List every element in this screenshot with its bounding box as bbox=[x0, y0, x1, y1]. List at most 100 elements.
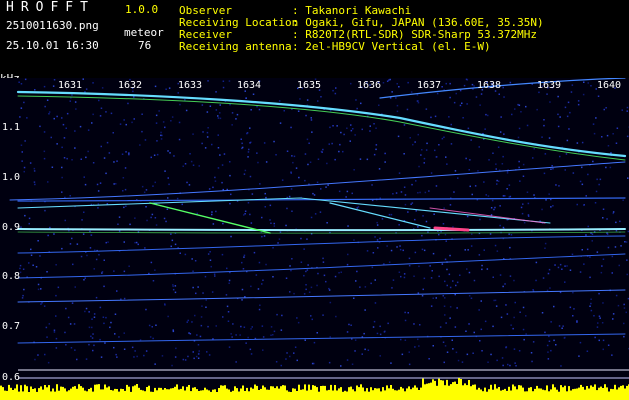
noise-dot bbox=[149, 336, 152, 338]
noise-dot bbox=[583, 263, 585, 265]
noise-dot bbox=[519, 180, 521, 182]
level-bar bbox=[468, 380, 470, 400]
noise-dot bbox=[51, 166, 54, 168]
level-bar bbox=[64, 388, 66, 400]
noise-dot bbox=[187, 319, 189, 322]
noise-dot bbox=[247, 336, 249, 339]
level-bar bbox=[610, 388, 612, 400]
noise-dot bbox=[239, 334, 241, 336]
noise-dot bbox=[350, 324, 352, 326]
noise-dot bbox=[21, 297, 24, 299]
header-panel: HROFFT 1.0.0 2510011630.png meteor 25.10… bbox=[0, 0, 629, 85]
level-bar bbox=[234, 386, 236, 400]
noise-dot bbox=[557, 95, 559, 98]
noise-dot bbox=[514, 362, 516, 364]
noise-dot bbox=[626, 106, 629, 109]
noise-dot bbox=[23, 166, 26, 169]
noise-dot bbox=[74, 349, 76, 351]
level-bar bbox=[182, 386, 184, 400]
level-bar bbox=[412, 387, 414, 400]
level-bar bbox=[222, 385, 224, 400]
noise-dot bbox=[165, 220, 167, 223]
noise-dot bbox=[85, 307, 88, 310]
noise-dot bbox=[113, 270, 115, 272]
noise-dot bbox=[481, 350, 483, 352]
noise-dot bbox=[388, 261, 391, 263]
level-bar bbox=[150, 391, 152, 400]
noise-dot bbox=[503, 96, 505, 98]
level-bar bbox=[56, 384, 58, 400]
noise-dot bbox=[338, 150, 340, 153]
noise-dot bbox=[443, 361, 445, 364]
noise-dot bbox=[244, 169, 247, 172]
x-tick-5: 1635 bbox=[297, 80, 322, 91]
level-bar bbox=[530, 387, 532, 400]
noise-dot bbox=[221, 164, 224, 166]
noise-dot bbox=[161, 355, 164, 357]
noise-dot bbox=[492, 276, 494, 278]
noise-dot bbox=[495, 163, 497, 165]
noise-dot bbox=[152, 280, 155, 282]
noise-dot bbox=[479, 340, 481, 342]
noise-dot bbox=[603, 108, 605, 111]
noise-dot bbox=[327, 184, 329, 186]
noise-dot bbox=[181, 203, 183, 206]
noise-dot bbox=[46, 271, 48, 273]
level-bar bbox=[50, 391, 52, 400]
noise-dot bbox=[403, 124, 406, 126]
level-bar bbox=[346, 391, 348, 400]
level-bar bbox=[240, 388, 242, 400]
noise-dot bbox=[481, 268, 483, 271]
noise-dot bbox=[48, 111, 51, 113]
noise-dot bbox=[448, 273, 451, 276]
level-bar bbox=[200, 390, 202, 400]
level-bar bbox=[596, 390, 598, 400]
noise-dot bbox=[585, 195, 587, 197]
noise-dot bbox=[290, 171, 292, 173]
noise-dot bbox=[379, 325, 381, 328]
level-bar bbox=[58, 390, 60, 400]
level-bar bbox=[68, 390, 70, 400]
noise-dot bbox=[375, 127, 377, 129]
noise-dot bbox=[55, 337, 58, 340]
level-bar bbox=[180, 388, 182, 400]
noise-dot bbox=[305, 270, 307, 273]
noise-dot bbox=[215, 325, 217, 327]
noise-dot bbox=[395, 97, 397, 99]
noise-dot bbox=[152, 185, 154, 187]
noise-dot bbox=[151, 213, 154, 216]
level-bar bbox=[584, 389, 586, 400]
noise-dot bbox=[133, 96, 135, 98]
noise-dot bbox=[581, 166, 583, 169]
noise-dot bbox=[317, 100, 319, 102]
noise-dot bbox=[470, 139, 472, 141]
noise-dot bbox=[226, 305, 229, 308]
level-bar bbox=[122, 389, 124, 400]
level-bar bbox=[72, 386, 74, 400]
noise-dot bbox=[134, 350, 136, 352]
noise-dot bbox=[602, 348, 604, 351]
noise-dot bbox=[532, 341, 535, 343]
noise-dot bbox=[404, 203, 407, 206]
noise-dot bbox=[601, 136, 603, 138]
noise-dot bbox=[276, 313, 278, 316]
noise-dot bbox=[235, 118, 237, 120]
noise-dot bbox=[87, 150, 89, 153]
noise-dot bbox=[502, 226, 505, 229]
noise-dot bbox=[423, 249, 426, 252]
noise-dot bbox=[590, 298, 592, 300]
noise-dot bbox=[438, 275, 440, 278]
level-bar bbox=[232, 390, 234, 400]
noise-dot bbox=[382, 82, 385, 84]
noise-dot bbox=[194, 260, 197, 262]
noise-dot bbox=[400, 191, 403, 193]
noise-dot bbox=[53, 233, 55, 235]
noise-dot bbox=[123, 332, 125, 334]
noise-dot bbox=[351, 192, 353, 195]
noise-dot bbox=[428, 190, 430, 192]
noise-dot bbox=[391, 287, 393, 289]
noise-dot bbox=[392, 279, 395, 281]
noise-dot bbox=[74, 130, 76, 132]
noise-dot bbox=[396, 246, 398, 248]
noise-dot bbox=[199, 335, 202, 338]
